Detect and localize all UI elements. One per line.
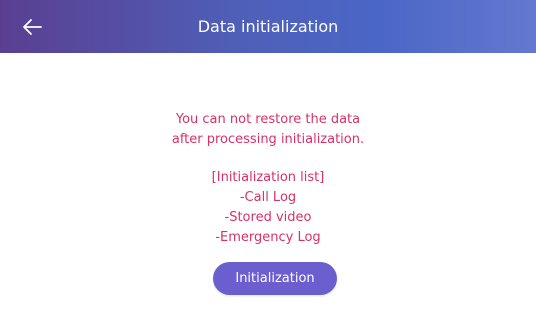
initialization-list-heading: [Initialization list]	[211, 170, 325, 185]
initialization-list: [Initialization list] -Call Log -Stored …	[0, 168, 536, 248]
page-title: Data initialization	[197, 17, 339, 36]
initialization-button[interactable]: Initialization	[213, 262, 337, 295]
warning-line-1: You can not restore the data	[175, 112, 361, 127]
header-bar: Data initialization	[0, 0, 536, 53]
list-item: -Call Log	[239, 190, 297, 205]
data-initialization-screen: Data initialization You can not restore …	[0, 0, 536, 318]
warning-message: You can not restore the data after proce…	[0, 110, 536, 150]
list-item: -Stored video	[224, 210, 312, 225]
warning-line-2: after processing initialization.	[171, 132, 365, 147]
list-item: -Emergency Log	[215, 230, 321, 245]
